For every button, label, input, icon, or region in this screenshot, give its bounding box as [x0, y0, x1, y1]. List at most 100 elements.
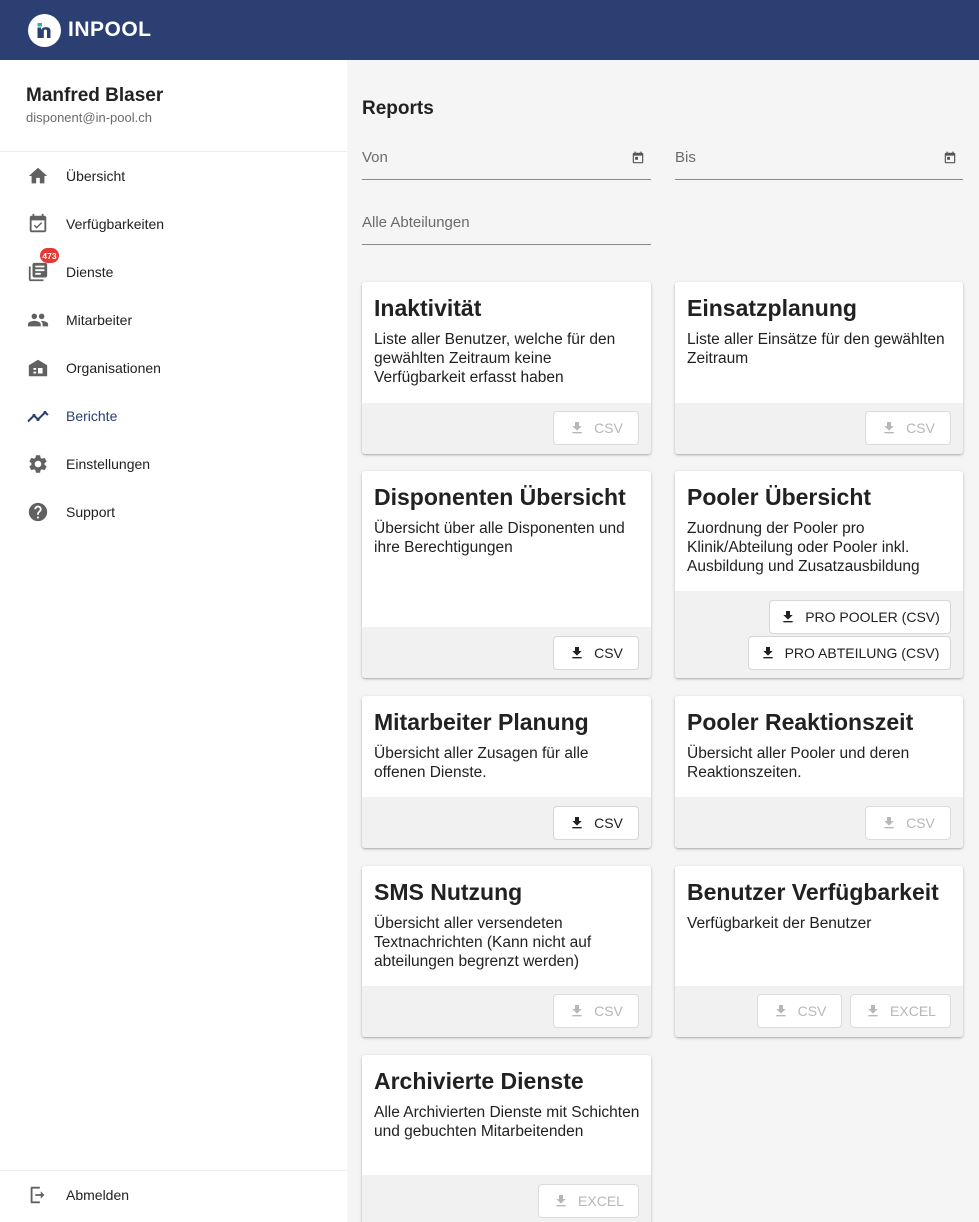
csv-download-button[interactable]: CSV [553, 636, 639, 670]
people-icon [26, 308, 50, 332]
sidebar-item-verfuegbarkeiten[interactable]: Verfügbarkeiten [0, 200, 347, 248]
button-label: PRO POOLER (CSV) [805, 609, 940, 625]
button-label: CSV [594, 420, 623, 436]
user-email: disponent@in-pool.ch [26, 110, 152, 125]
report-card-benutzer-verfuegbarkeit: Benutzer Verfügbarkeit Verfügbarkeit der… [675, 866, 963, 1037]
department-label: Alle Abteilungen [362, 214, 470, 231]
csv-download-button[interactable]: CSV [865, 806, 951, 840]
report-card-inaktivitaet: Inaktivität Liste aller Benutzer, welche… [362, 282, 651, 454]
sidebar-item-label: Organisationen [66, 360, 161, 376]
card-description: Übersicht über alle Disponenten und ihre… [374, 520, 625, 556]
card-actions: CSV [362, 986, 651, 1037]
list-icon [26, 260, 50, 284]
logout-icon [26, 1183, 50, 1207]
sidebar-item-mitarbeiter[interactable]: Mitarbeiter [0, 296, 347, 344]
sidebar-item-einstellungen[interactable]: Einstellungen [0, 440, 347, 488]
csv-download-button[interactable]: CSV [757, 994, 842, 1028]
download-icon [572, 647, 582, 659]
sidebar-item-label: Dienste [66, 264, 114, 280]
card-actions: CSV [362, 797, 651, 848]
sidebar-item-label: Mitarbeiter [66, 312, 133, 328]
pro-pooler-csv-button[interactable]: PRO POOLER (CSV) [769, 600, 951, 634]
csv-download-button[interactable]: CSV [553, 994, 639, 1028]
card-title: Mitarbeiter Planung [374, 709, 589, 735]
button-label: CSV [594, 815, 623, 831]
page-title: Reports [362, 98, 434, 119]
button-label: CSV [594, 645, 623, 661]
card-title: Einsatzplanung [687, 295, 857, 321]
department-select[interactable]: Alle Abteilungen [362, 211, 651, 245]
download-icon [884, 422, 894, 434]
card-actions: CSV [362, 627, 651, 678]
card-title: Benutzer Verfügbarkeit [687, 879, 939, 905]
calendar-icon[interactable] [943, 151, 957, 165]
card-description: Liste aller Einsätze für den gewählten Z… [687, 331, 945, 367]
download-icon [775, 1005, 786, 1017]
calendar-check-icon [26, 212, 50, 236]
card-description: Liste aller Benutzer, welche für den gew… [374, 331, 616, 386]
button-label: CSV [797, 1003, 827, 1019]
sidebar-item-organisationen[interactable]: Organisationen [0, 344, 347, 392]
gear-icon [26, 452, 50, 476]
logout-label: Abmelden [66, 1187, 130, 1203]
sidebar-item-label: Einstellungen [66, 456, 151, 472]
excel-download-button[interactable]: EXCEL [850, 994, 951, 1028]
home-icon [26, 164, 50, 188]
pro-abteilung-csv-button[interactable]: PRO ABTEILUNG (CSV) [748, 636, 951, 670]
report-card-pooler-reaktionszeit: Pooler Reaktionszeit Übersicht aller Poo… [675, 696, 963, 848]
trending-icon [26, 404, 50, 428]
sidebar-item-dienste[interactable]: 473 Dienste [0, 248, 347, 296]
download-icon [868, 1005, 878, 1017]
sidebar-item-uebersicht[interactable]: Übersicht [0, 152, 347, 200]
app-name: INPOOL [68, 18, 152, 41]
card-description: Übersicht aller Zusagen für alle offenen… [374, 745, 589, 781]
sidebar-item-label: Berichte [66, 408, 118, 424]
download-icon [783, 611, 793, 623]
card-title: Archivierte Dienste [374, 1068, 584, 1094]
report-card-archivierte-dienste: Archivierte Dienste Alle Archivierten Di… [362, 1055, 651, 1222]
to-date-field[interactable]: Bis [675, 146, 963, 180]
download-icon [572, 1005, 582, 1017]
sidebar-item-support[interactable]: Support [0, 488, 347, 536]
button-label: EXCEL [890, 1003, 936, 1019]
sidebar-item-label: Übersicht [66, 168, 126, 184]
card-actions: CSV [675, 797, 963, 848]
report-card-sms-nutzung: SMS Nutzung Übersicht aller versendeten … [362, 866, 651, 1037]
to-date-label: Bis [675, 149, 696, 166]
card-title: SMS Nutzung [374, 879, 523, 905]
from-date-field[interactable]: Von [362, 146, 651, 180]
csv-download-button[interactable]: CSV [553, 411, 639, 445]
card-description: Übersicht aller versendeten Textnachrich… [374, 915, 592, 970]
csv-download-button[interactable]: CSV [865, 411, 951, 445]
sidebar-item-berichte[interactable]: Berichte [0, 392, 347, 440]
download-icon [762, 647, 773, 659]
button-label: EXCEL [578, 1193, 624, 1209]
from-date-label: Von [362, 149, 388, 166]
sidebar-item-label: Support [66, 504, 116, 520]
logout-button[interactable]: Abmelden [0, 1171, 347, 1219]
card-description: Übersicht aller Pooler und deren Reaktio… [687, 745, 910, 781]
card-title: Pooler Reaktionszeit [687, 709, 914, 735]
card-actions: CSV EXCEL [675, 986, 963, 1037]
download-icon [884, 817, 894, 829]
download-icon [556, 1195, 566, 1207]
card-actions: CSV [362, 403, 651, 454]
button-label: CSV [906, 815, 935, 831]
button-label: CSV [906, 420, 935, 436]
logo-icon [28, 13, 61, 47]
card-actions: CSV [675, 403, 963, 454]
csv-download-button[interactable]: CSV [553, 806, 639, 840]
report-card-pooler-uebersicht: Pooler Übersicht Zuordnung der Pooler pr… [675, 471, 963, 678]
card-title: Inaktivität [374, 295, 482, 321]
download-icon [572, 422, 582, 434]
card-actions: PRO POOLER (CSV) PRO ABTEILUNG (CSV) [675, 591, 963, 678]
calendar-icon[interactable] [631, 151, 645, 165]
card-description: Zuordnung der Pooler pro Klinik/Abteilun… [687, 520, 920, 575]
excel-download-button[interactable]: EXCEL [538, 1184, 639, 1218]
card-title: Pooler Übersicht [687, 484, 872, 510]
building-icon [26, 356, 50, 380]
notification-badge: 473 [40, 248, 59, 263]
button-label: PRO ABTEILUNG (CSV) [784, 645, 940, 661]
card-actions: EXCEL [362, 1175, 651, 1222]
card-description: Alle Archivierten Dienste mit Schichten … [374, 1104, 640, 1140]
